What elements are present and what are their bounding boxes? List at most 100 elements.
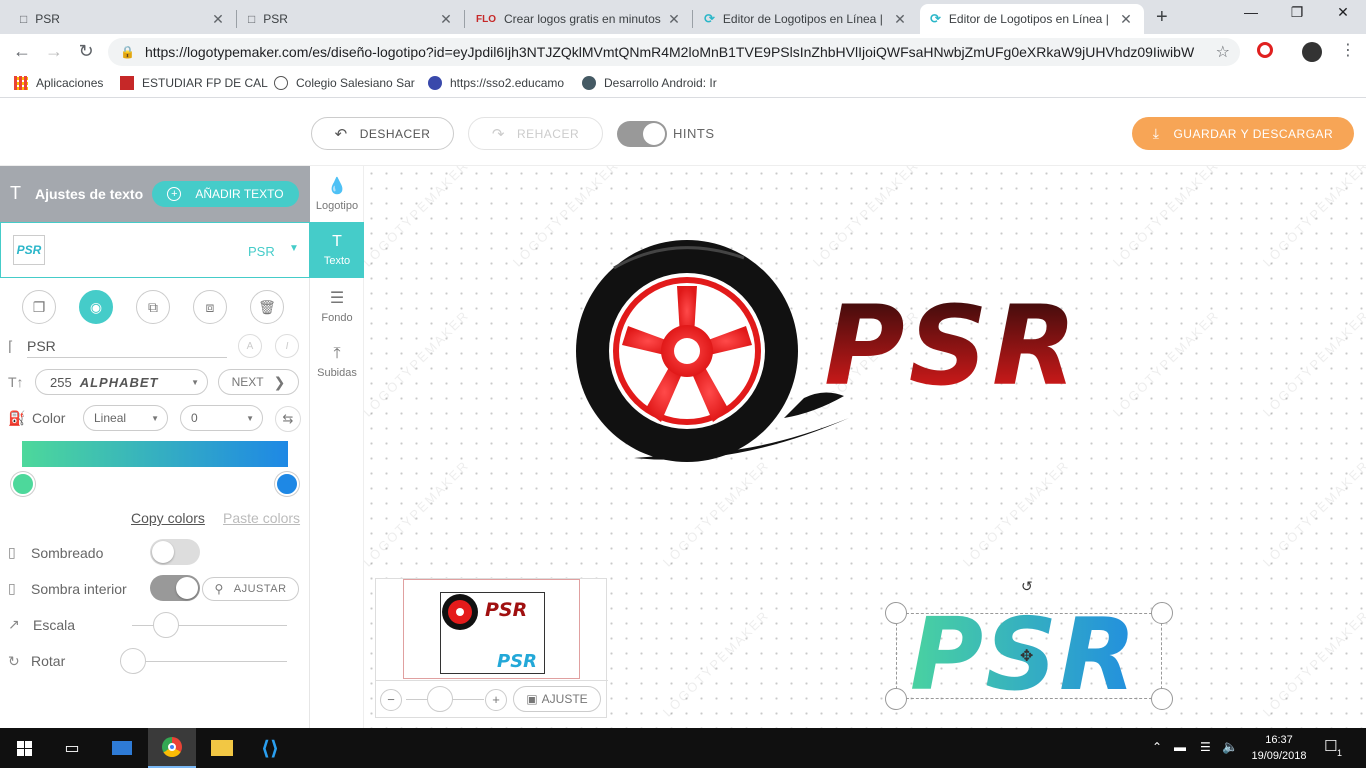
resize-handle-top-right[interactable]: [1151, 602, 1173, 624]
gradient-stop-start[interactable]: [11, 472, 35, 496]
browser-tab[interactable]: □ PSR ✕: [10, 4, 236, 34]
redo-button[interactable]: ↷ REHACER: [468, 117, 603, 150]
file-explorer-icon[interactable]: [198, 728, 246, 768]
move-icon[interactable]: ✥: [1020, 646, 1033, 666]
chevron-up-icon[interactable]: ⌃: [1152, 740, 1162, 754]
undo-button[interactable]: ↶ DESHACER: [311, 117, 454, 150]
notification-count: 1: [1337, 748, 1343, 758]
back-icon[interactable]: ←: [12, 41, 32, 62]
volume-icon[interactable]: 🔈: [1222, 739, 1238, 755]
desktop-app-icon[interactable]: [98, 728, 146, 768]
browser-tab[interactable]: □ PSR ✕: [238, 4, 464, 34]
italic-button[interactable]: I: [275, 334, 299, 358]
window-close-icon[interactable]: ✕: [1320, 4, 1366, 21]
bookmark-android[interactable]: Desarrollo Android: Ir: [582, 76, 717, 90]
close-icon[interactable]: ✕: [666, 11, 682, 28]
chrome-taskbar-icon[interactable]: [148, 728, 196, 768]
bookmark-label: ESTUDIAR FP DE CAL: [142, 76, 268, 90]
url-bar[interactable]: 🔒 https://logotypemaker.com/es/diseño-lo…: [108, 38, 1240, 66]
visibility-button[interactable]: ◉: [79, 290, 113, 324]
next-font-button[interactable]: NEXT ❯: [218, 369, 299, 395]
fit-button[interactable]: ▣ AJUSTE: [513, 686, 601, 712]
inner-shadow-toggle[interactable]: [150, 575, 200, 601]
address-toolbar: ← → ↻ 🔒 https://logotypemaker.com/es/dis…: [0, 34, 1366, 70]
nav-logotipo[interactable]: 💧 Logotipo: [310, 166, 364, 222]
toggle-knob: [643, 123, 665, 145]
nav-subidas[interactable]: ⤒ Subidas: [310, 334, 364, 390]
redo-icon: ↷: [491, 125, 505, 143]
browser-tab[interactable]: ⟳ Editor de Logotipos en Línea | ✕: [694, 4, 918, 34]
font-select[interactable]: 255 ALPHABET ▼: [35, 369, 208, 395]
add-text-button[interactable]: + AÑADIR TEXTO: [152, 181, 299, 207]
close-icon[interactable]: ✕: [892, 11, 908, 28]
zoom-in-button[interactable]: +: [485, 689, 507, 711]
nav-fondo[interactable]: ☰ Fondo: [310, 278, 364, 334]
hints-toggle[interactable]: [617, 121, 667, 147]
logotypemaker-favicon-icon: ⟳: [704, 11, 715, 26]
paint-bucket-icon: ⛽: [8, 410, 26, 426]
task-view-icon[interactable]: ▭: [48, 728, 96, 768]
forward-icon[interactable]: →: [44, 41, 64, 62]
bookmark-fp[interactable]: ESTUDIAR FP DE CAL: [120, 76, 268, 90]
wifi-icon[interactable]: ☰: [1200, 740, 1211, 754]
rotate-slider-knob[interactable]: [120, 648, 146, 674]
redo-label: REHACER: [516, 126, 580, 141]
wheel-logo-icon[interactable]: [574, 238, 854, 470]
minimize-icon[interactable]: —: [1228, 4, 1274, 20]
duplicate-button[interactable]: ❐: [22, 290, 56, 324]
shadow-toggle[interactable]: [150, 539, 200, 565]
bookmark-label: Aplicaciones: [36, 76, 104, 90]
vscode-icon[interactable]: ⟨⟩: [246, 728, 294, 768]
taskbar-clock[interactable]: 16:37 19/09/2018: [1248, 732, 1310, 764]
bookmark-star-icon[interactable]: ☆: [1216, 42, 1230, 62]
resize-handle-bottom-right[interactable]: [1151, 688, 1173, 710]
copy-colors-link[interactable]: Copy colors: [131, 510, 205, 526]
notifications-icon[interactable]: ☐: [1324, 737, 1337, 755]
bookmark-apps[interactable]: Aplicaciones: [14, 76, 103, 90]
gradient-type-select[interactable]: Lineal ▼: [83, 405, 168, 431]
adjust-button[interactable]: ⚲ AJUSTAR: [202, 577, 299, 601]
download-icon: ⤓: [1152, 125, 1160, 141]
browser-tab[interactable]: FLO Crear logos gratis en minutos ✕: [466, 4, 692, 34]
send-backward-button[interactable]: ⧈: [193, 290, 227, 324]
nav-texto[interactable]: T Texto: [310, 222, 364, 278]
resize-handle-top-left[interactable]: [885, 602, 907, 624]
color-label: Color: [32, 410, 66, 426]
chrome-menu-icon[interactable]: ⋮: [1340, 40, 1356, 60]
logo-text-psr[interactable]: PSR: [824, 286, 1081, 406]
close-icon[interactable]: ✕: [1118, 11, 1134, 28]
rotate-handle-icon[interactable]: ↺: [1021, 578, 1033, 595]
fit-icon: ▣: [526, 692, 538, 706]
reload-icon[interactable]: ↻: [76, 41, 96, 62]
resize-handle-bottom-left[interactable]: [885, 688, 907, 710]
add-text-label: AÑADIR TEXTO: [195, 187, 284, 201]
new-tab-button[interactable]: +: [1156, 6, 1168, 29]
close-icon[interactable]: ✕: [438, 11, 454, 28]
paste-colors-link[interactable]: Paste colors: [223, 510, 300, 526]
gradient-angle-select[interactable]: 0 ▼: [180, 405, 263, 431]
save-download-button[interactable]: ⤓ GUARDAR Y DESCARGAR: [1132, 117, 1354, 150]
windows-start-icon[interactable]: [0, 728, 48, 768]
profile-avatar[interactable]: [1302, 42, 1322, 62]
zoom-slider-knob[interactable]: [427, 686, 453, 712]
bookmark-sso[interactable]: https://sso2.educamo: [428, 76, 564, 90]
gradient-stop-end[interactable]: [275, 472, 299, 496]
browser-tab-active[interactable]: ⟳ Editor de Logotipos en Línea | ✕: [920, 4, 1144, 34]
bookmark-colegio[interactable]: Colegio Salesiano Sar: [274, 76, 415, 90]
bring-forward-button[interactable]: ⧉: [136, 290, 170, 324]
watermark: LOGOTYPEMAKER: [364, 457, 473, 570]
close-icon[interactable]: ✕: [210, 11, 226, 28]
swap-colors-button[interactable]: ⇆: [275, 406, 301, 432]
text-layer-select[interactable]: PSR PSR ▼: [0, 222, 310, 278]
text-content-input[interactable]: PSR: [27, 338, 227, 358]
battery-icon[interactable]: ▬: [1174, 740, 1186, 754]
uppercase-button[interactable]: A: [238, 334, 262, 358]
zoom-out-button[interactable]: −: [380, 689, 402, 711]
maximize-icon[interactable]: ❐: [1274, 4, 1320, 21]
gradient-angle-value: 0: [191, 411, 198, 425]
caret-down-icon: ▼: [246, 414, 254, 423]
delete-button[interactable]: 🗑: [250, 290, 284, 324]
fit-label: AJUSTE: [541, 692, 588, 706]
scale-slider-knob[interactable]: [153, 612, 180, 638]
opera-extension-icon[interactable]: [1257, 42, 1273, 58]
